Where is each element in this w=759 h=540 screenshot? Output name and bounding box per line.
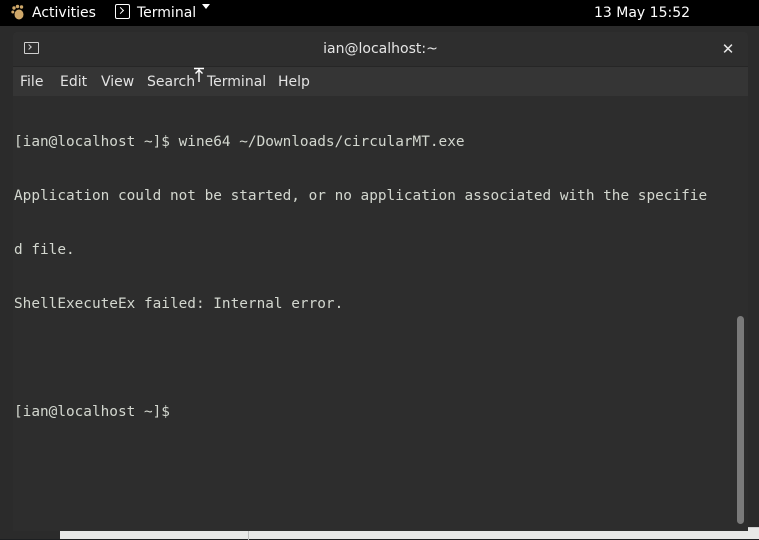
menu-search[interactable]: Search (147, 73, 195, 91)
menu-view[interactable]: View (101, 73, 134, 91)
window-titlebar[interactable]: ian@localhost:~ ✕ (13, 32, 748, 66)
menu-terminal[interactable]: Terminal (207, 73, 266, 91)
app-menu-caret-icon[interactable] (202, 4, 210, 9)
menu-edit[interactable]: Edit (60, 73, 87, 91)
terminal-line: d file. (14, 242, 75, 258)
terminal-line: ShellExecuteEx failed: Internal error. (14, 296, 344, 312)
terminal-app-icon[interactable] (115, 4, 130, 19)
terminal-line: [ian@localhost ~]$ wine64 ~/Downloads/ci… (14, 134, 465, 150)
terminal-output-area[interactable]: [ian@localhost ~]$ wine64 ~/Downloads/ci… (13, 96, 748, 531)
activities-foot-icon[interactable] (10, 4, 26, 20)
terminal-prompt-line[interactable]: [ian@localhost ~]$ (14, 403, 736, 421)
activities-button[interactable]: Activities (32, 4, 96, 22)
top-bar: Activities Terminal 13 May 15:52 (0, 0, 759, 26)
terminal-window: ian@localhost:~ ✕ File Edit View Search … (13, 32, 748, 531)
terminal-line: Application could not be started, or no … (14, 188, 708, 204)
clock[interactable]: 13 May 15:52 (594, 4, 690, 22)
menu-bar: File Edit View Search Terminal Help (13, 66, 748, 96)
scrollbar-thumb[interactable] (737, 316, 744, 524)
app-menu-terminal[interactable]: Terminal (137, 4, 196, 22)
terminal-text[interactable]: [ian@localhost ~]$ wine64 ~/Downloads/ci… (14, 97, 736, 457)
text-cursor-icon (194, 67, 204, 82)
menu-help[interactable]: Help (278, 73, 310, 91)
close-button[interactable]: ✕ (718, 39, 738, 59)
window-title: ian@localhost:~ (323, 41, 438, 57)
menu-file[interactable]: File (20, 73, 43, 91)
